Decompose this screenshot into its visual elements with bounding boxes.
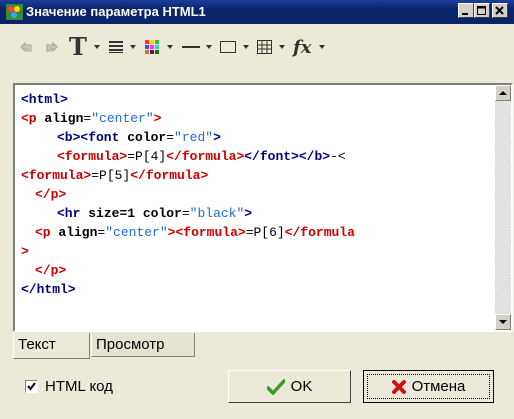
maximize-button[interactable] xyxy=(474,3,490,18)
html-editor[interactable]: <html> <p align="center"> <b><font color… xyxy=(13,83,513,332)
table-icon xyxy=(257,40,272,54)
code-line: </p> xyxy=(35,187,67,202)
html-code-checkbox[interactable] xyxy=(25,380,38,393)
title-bar: Значение параметра HTML1 xyxy=(0,0,514,24)
chevron-down-icon[interactable] xyxy=(206,45,212,49)
minimize-button[interactable] xyxy=(458,3,474,18)
minimize-icon xyxy=(462,13,468,15)
tab-text[interactable]: Текст xyxy=(13,333,90,359)
checkmark-icon xyxy=(27,382,36,391)
code-line: </p> xyxy=(35,263,67,278)
align-button[interactable] xyxy=(109,30,123,64)
ok-button[interactable]: OK xyxy=(228,370,351,403)
table-button[interactable] xyxy=(257,30,272,64)
chevron-down-icon[interactable] xyxy=(167,45,173,49)
align-icon xyxy=(109,41,123,53)
rectangle-icon xyxy=(220,41,236,53)
code-area[interactable]: <html> <p align="center"> <b><font color… xyxy=(17,87,493,330)
font-button[interactable]: T xyxy=(68,30,88,64)
html-code-label: HTML код xyxy=(45,378,113,395)
line-icon xyxy=(182,46,200,48)
code-line: </html> xyxy=(21,282,76,297)
svg-text:T: T xyxy=(69,35,87,59)
code-line: <p align="center"><formula>=P[6]</formul… xyxy=(35,225,355,240)
code-line: <formula>=P[4]</formula></font></b>-< xyxy=(57,149,346,164)
chevron-down-icon[interactable] xyxy=(319,45,325,49)
color-button[interactable] xyxy=(145,30,160,64)
undo-button[interactable] xyxy=(18,30,36,64)
chevron-down-icon xyxy=(499,320,507,324)
redo-icon xyxy=(46,41,58,53)
code-line: <hr size=1 color="black"> xyxy=(57,206,253,221)
code-line: <b><font color="red"> xyxy=(57,130,221,145)
close-icon xyxy=(495,6,504,15)
toolbar: T fx xyxy=(6,30,506,64)
font-T-icon: T xyxy=(69,35,87,59)
redo-button[interactable] xyxy=(42,30,60,64)
vertical-scrollbar[interactable] xyxy=(495,85,511,330)
code-line: > xyxy=(21,244,29,259)
maximize-icon xyxy=(477,6,486,15)
close-button[interactable] xyxy=(492,3,508,18)
focus-rect xyxy=(367,374,490,399)
checkmark-icon xyxy=(266,378,285,395)
chevron-down-icon[interactable] xyxy=(130,45,136,49)
html-code-checkbox-row[interactable]: HTML код xyxy=(25,378,113,395)
color-grid-icon xyxy=(145,39,159,54)
chevron-up-icon xyxy=(499,91,507,95)
cancel-button[interactable]: Отмена xyxy=(363,370,494,403)
code-line: <html> xyxy=(21,92,68,107)
fx-icon: fx xyxy=(293,36,312,58)
chevron-down-icon[interactable] xyxy=(243,45,249,49)
ok-label: OK xyxy=(290,378,313,395)
chevron-down-icon[interactable] xyxy=(94,45,100,49)
scroll-up-button[interactable] xyxy=(495,85,511,101)
scroll-down-button[interactable] xyxy=(495,314,511,330)
tab-preview[interactable]: Просмотр xyxy=(91,333,195,357)
code-line: <formula>=P[5]</formula> xyxy=(21,168,209,183)
formula-button[interactable]: fx xyxy=(293,30,311,64)
app-icon xyxy=(6,4,23,20)
line-button[interactable] xyxy=(182,30,200,64)
rectangle-button[interactable] xyxy=(220,30,236,64)
undo-icon xyxy=(20,41,32,53)
window-title: Значение параметра HTML1 xyxy=(26,4,206,19)
code-line: <p align="center"> xyxy=(21,111,162,126)
chevron-down-icon[interactable] xyxy=(279,45,285,49)
